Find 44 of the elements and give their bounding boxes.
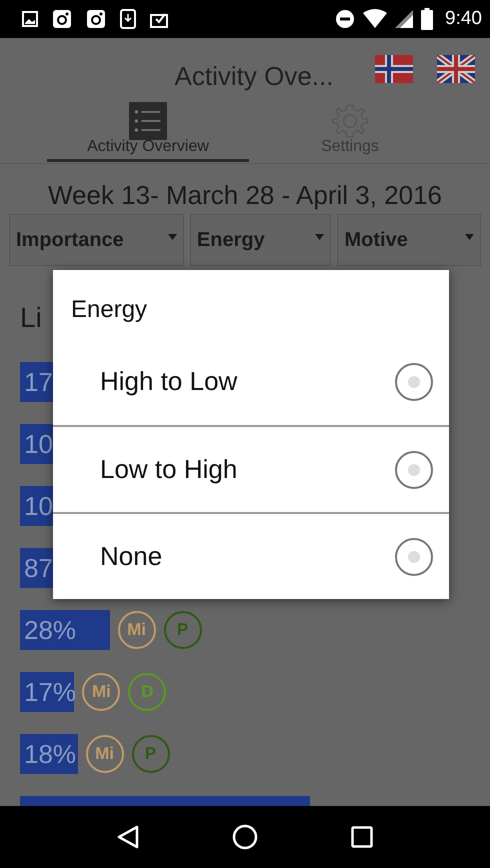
list-icon — [129, 102, 167, 140]
recents-icon[interactable] — [351, 826, 374, 848]
status-time: 9:40 — [445, 6, 482, 31]
radio-button[interactable] — [395, 538, 433, 576]
sort-option[interactable]: Low to High — [53, 425, 449, 512]
category-badge: Mi — [82, 673, 120, 711]
filter-dropdown[interactable]: Importance — [9, 214, 184, 266]
dropdown-caret-icon — [315, 234, 324, 240]
uk-flag-icon[interactable] — [437, 55, 475, 83]
category-badge: Mi — [118, 611, 156, 649]
category-badge: P — [132, 735, 170, 773]
camera-icon — [86, 9, 106, 29]
radio-button[interactable] — [395, 450, 433, 488]
category-badge: P — [164, 611, 202, 649]
do-not-disturb-icon — [335, 9, 356, 29]
week-label: Week 13- March 28 - April 3, 2016 — [46, 180, 444, 210]
filter-dropdown[interactable]: Motive — [337, 214, 481, 266]
home-icon[interactable] — [232, 824, 258, 850]
download-icon — [120, 9, 136, 29]
dropdown-caret-icon — [168, 234, 177, 240]
image-icon — [22, 11, 38, 27]
category-badge: D — [128, 673, 166, 711]
percent-label: 10 — [24, 490, 53, 523]
percent-label: 17 — [24, 366, 53, 399]
tab[interactable]: Activity Overview — [47, 100, 249, 162]
wifi-icon — [363, 9, 388, 29]
sort-option[interactable]: High to Low — [53, 338, 449, 425]
camera-icon — [52, 9, 72, 29]
signal-icon — [395, 10, 414, 28]
percent-label: 10 — [24, 428, 53, 461]
filter-dropdown[interactable]: Energy — [190, 214, 332, 266]
sort-option[interactable]: None — [53, 512, 449, 599]
radio-button[interactable] — [395, 362, 433, 400]
percent-label: 28% — [24, 614, 76, 647]
percent-label: 18% — [24, 738, 76, 771]
dialog-title: Energy — [71, 295, 148, 325]
app-title: Activity Ove... — [174, 60, 334, 92]
list-heading: Li — [20, 302, 42, 334]
category-badge: Mi — [86, 735, 124, 773]
percent-label: 87 — [24, 552, 53, 585]
back-icon[interactable] — [116, 825, 139, 849]
dropdown-caret-icon — [465, 234, 474, 240]
norway-flag-icon[interactable] — [375, 55, 413, 83]
battery-icon — [421, 8, 434, 30]
